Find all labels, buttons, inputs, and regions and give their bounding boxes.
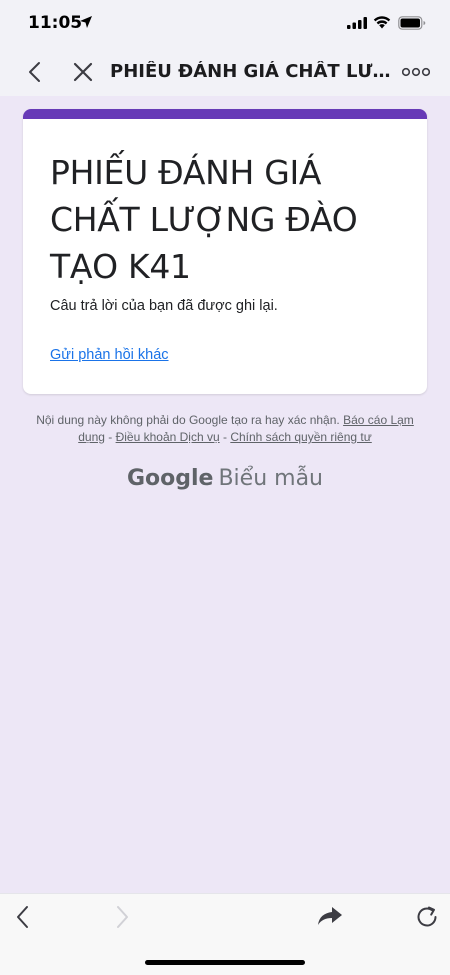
terms-of-service-link[interactable]: Điều khoản Dịch vụ [116,430,220,444]
confirmation-message: Câu trả lời của bạn đã được ghi lại. [50,298,278,314]
battery-icon [398,16,426,30]
close-x-icon[interactable] [72,61,94,83]
status-bar: 11:05 [0,0,450,48]
google-forms-logo[interactable]: Google Biểu mẫu [0,466,450,491]
forward-arrow-icon [117,906,128,928]
privacy-policy-link[interactable]: Chính sách quyền riêng tư [230,430,371,444]
google-wordmark: Google [126,466,214,491]
form-title: PHIẾU ĐÁNH GIÁ CHẤT LƯỢNG ĐÀO TẠO K41 [50,153,358,286]
form-confirmation-card: PHIẾU ĐÁNH GIÁ CHẤT LƯỢNG ĐÀO TẠO K41 Câ… [23,109,427,394]
status-time: 11:05 [28,13,83,33]
disclaimer-text: Nội dung này không phải do Google tạo ra… [36,413,340,427]
footer-disclaimer: Nội dung này không phải do Google tạo ra… [30,412,420,446]
forms-wordmark: Biểu mẫu [218,466,324,491]
share-arrow-icon[interactable] [316,904,344,928]
separator: - [219,430,231,444]
submit-another-response-link[interactable]: Gửi phản hồi khác [50,347,169,363]
back-arrow-icon[interactable] [12,904,36,930]
signal-bars-icon [347,17,367,29]
browser-toolbar [0,893,450,975]
separator: - [104,430,116,444]
back-chevron-icon[interactable] [24,60,46,84]
home-indicator [145,960,305,965]
location-arrow-icon [80,16,92,28]
reload-icon[interactable] [414,904,440,930]
browser-nav-bar: PHIẾU ĐÁNH GIÁ CHẤT LƯỢ... [0,48,450,96]
page-title: PHIẾU ĐÁNH GIÁ CHẤT LƯỢ... [110,61,392,82]
more-dots-icon[interactable] [402,67,430,77]
card-accent-bar [23,109,427,119]
wifi-icon [373,16,391,29]
